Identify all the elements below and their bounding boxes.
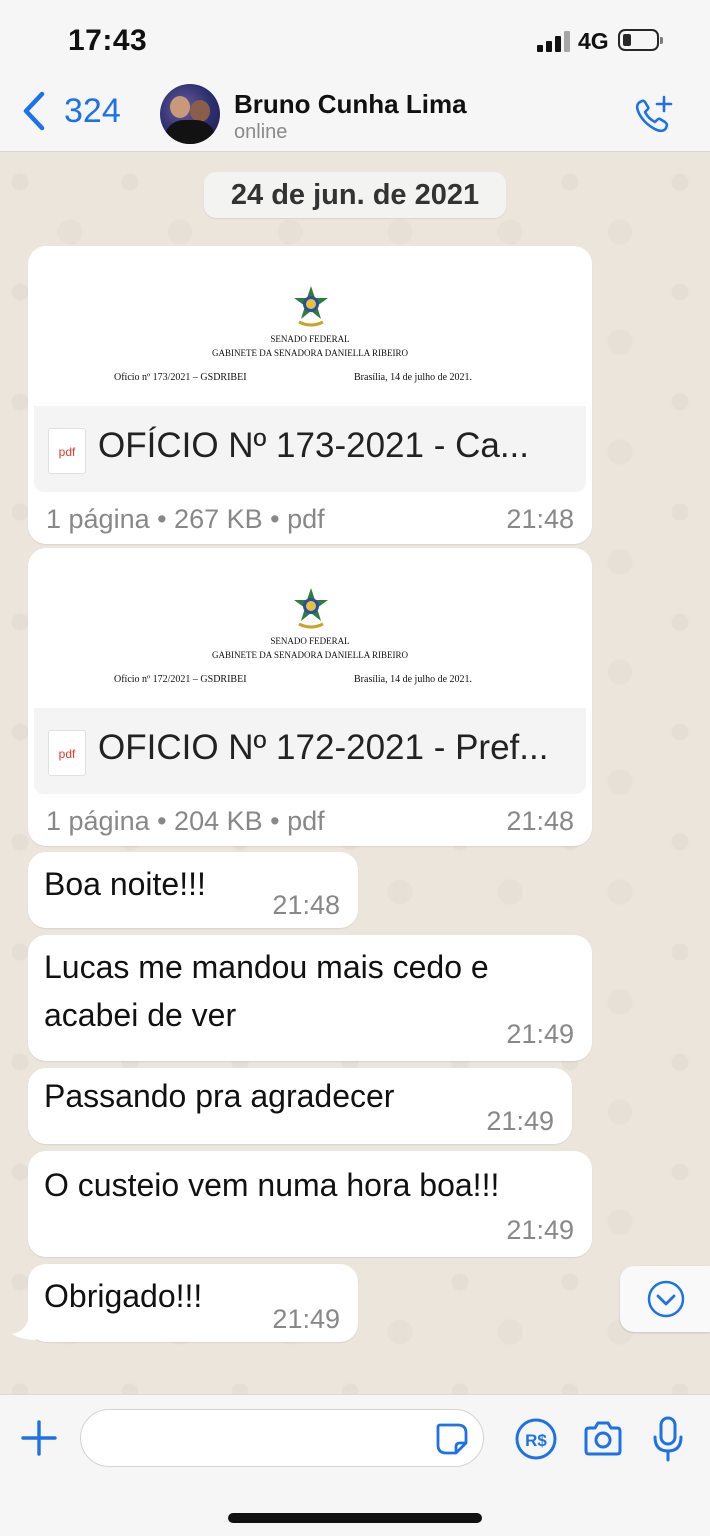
coat-of-arms-icon [294, 588, 328, 629]
document-file-row[interactable]: pdf OFÍCIO Nº 173-2021 - Ca... [34, 406, 586, 492]
file-name: OFICIO Nº 172-2021 - Pref... [98, 728, 549, 767]
microphone-icon[interactable] [650, 1415, 686, 1463]
document-message[interactable]: SENADO FEDERAL GABINETE DA SENADORA DANI… [28, 246, 592, 544]
message-text: acabei de ver [44, 997, 237, 1033]
message-input-bar: R$ [0, 1394, 710, 1536]
message-time: 21:49 [486, 1106, 554, 1136]
date-separator: 24 de jun. de 2021 [204, 172, 506, 218]
coat-of-arms-icon [294, 286, 328, 327]
pdf-icon: pdf [48, 428, 86, 474]
message-time: 21:49 [506, 1019, 574, 1049]
document-file-row[interactable]: pdf OFICIO Nº 172-2021 - Pref... [34, 708, 586, 794]
unread-count: 324 [64, 91, 121, 130]
message-input[interactable] [80, 1409, 484, 1467]
scroll-to-bottom-button[interactable] [620, 1266, 710, 1332]
message-text: O custeio vem numa hora boa!!! [44, 1167, 500, 1203]
document-preview[interactable]: SENADO FEDERAL GABINETE DA SENADORA DANI… [34, 252, 586, 406]
plus-icon[interactable] [20, 1419, 58, 1457]
status-time: 17:43 [68, 24, 148, 57]
contact-name[interactable]: Bruno Cunha Lima [234, 89, 467, 120]
preview-date: Brasília, 14 de julho de 2021. [354, 372, 473, 383]
avatar[interactable] [160, 84, 220, 144]
status-bar: 17:43 4G [0, 0, 710, 78]
contact-status: online [234, 121, 288, 143]
payment-button[interactable]: R$ [514, 1417, 558, 1461]
message-time: 21:48 [506, 806, 574, 836]
text-message[interactable]: Boa noite!!! 21:48 [28, 852, 358, 928]
message-text: Boa noite!!! [44, 866, 206, 902]
chat-area[interactable]: 24 de jun. de 2021 SENADO FEDERAL GABINE… [0, 152, 710, 1394]
sticker-icon[interactable] [434, 1421, 470, 1457]
bubble-tail [12, 1320, 36, 1340]
pdf-icon: pdf [48, 730, 86, 776]
message-time: 21:48 [506, 504, 574, 534]
text-message[interactable]: O custeio vem numa hora boa!!! 21:49 [28, 1151, 592, 1257]
preview-title: SENADO FEDERAL [270, 334, 350, 344]
preview-date: Brasília, 14 de julho de 2021. [354, 674, 473, 685]
preview-reference: Ofício nº 172/2021 – GSDRIBEI [114, 674, 247, 685]
message-text: Obrigado!!! [44, 1278, 203, 1314]
payment-icon: R$ [515, 1418, 557, 1460]
network-type: 4G [578, 28, 609, 54]
signal-icon [537, 30, 571, 52]
battery-icon [618, 29, 663, 51]
back-button[interactable]: 324 [20, 90, 121, 132]
payment-label: R$ [525, 1431, 547, 1450]
message-time: 21:49 [506, 1215, 574, 1245]
preview-title: SENADO FEDERAL [270, 636, 350, 646]
text-message[interactable]: Obrigado!!! 21:49 [28, 1264, 358, 1342]
preview-reference: Ofício nº 173/2021 – GSDRIBEI [114, 372, 247, 383]
text-message[interactable]: Lucas me mandou mais cedo e acabei de ve… [28, 935, 592, 1061]
message-text: Lucas me mandou mais cedo e [44, 949, 489, 985]
message-time: 21:48 [272, 890, 340, 920]
document-message[interactable]: SENADO FEDERAL GABINETE DA SENADORA DANI… [28, 548, 592, 846]
message-time: 21:49 [272, 1304, 340, 1334]
message-text: Passando pra agradecer [44, 1078, 395, 1114]
phone-plus-icon[interactable] [632, 94, 674, 136]
document-meta: 1 página • 267 KB • pdf [46, 504, 325, 534]
chat-header: 324 Bruno Cunha Lima online [0, 78, 710, 152]
home-indicator [228, 1513, 482, 1523]
camera-icon[interactable] [582, 1419, 624, 1459]
chevron-left-icon [23, 91, 45, 131]
document-meta: 1 página • 204 KB • pdf [46, 806, 325, 836]
preview-subtitle: GABINETE DA SENADORA DANIELLA RIBEIRO [212, 348, 408, 358]
text-message[interactable]: Passando pra agradecer 21:49 [28, 1068, 572, 1144]
chevron-down-circle-icon [647, 1280, 685, 1318]
preview-subtitle: GABINETE DA SENADORA DANIELLA RIBEIRO [212, 650, 408, 660]
document-preview[interactable]: SENADO FEDERAL GABINETE DA SENADORA DANI… [34, 554, 586, 708]
file-name: OFÍCIO Nº 173-2021 - Ca... [98, 426, 529, 465]
